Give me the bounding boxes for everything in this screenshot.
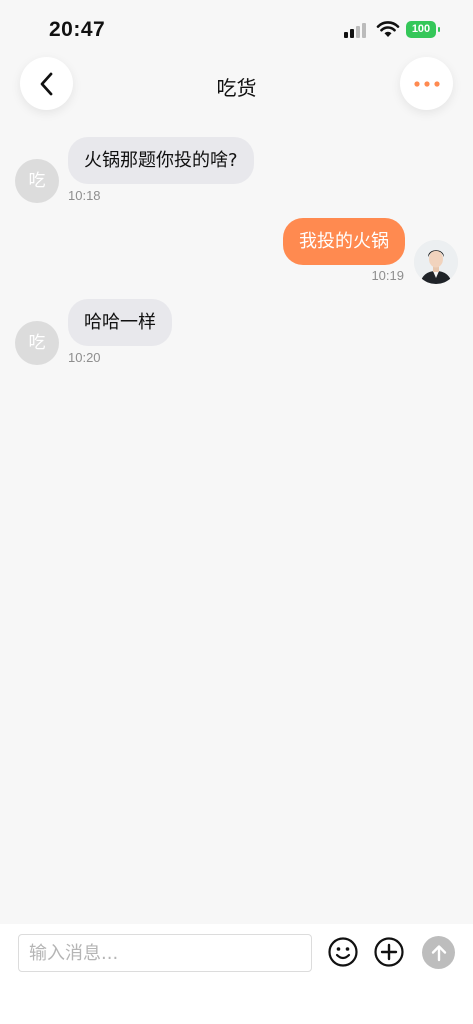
more-button[interactable] (400, 57, 453, 110)
emoji-button[interactable] (327, 936, 359, 968)
contact-avatar[interactable]: 吃 (15, 159, 59, 203)
status-time: 20:47 (49, 18, 106, 41)
chat-header: 吃货 (0, 56, 473, 112)
signal-icon (344, 23, 366, 38)
wifi-icon (376, 21, 400, 37)
plus-circle-icon (374, 937, 404, 967)
message-bubble-incoming[interactable]: 哈哈一样 (68, 299, 172, 346)
smiley-icon (328, 937, 358, 967)
attach-button[interactable] (373, 936, 405, 968)
message-time: 10:19 (371, 268, 404, 283)
contact-avatar[interactable]: 吃 (15, 321, 59, 365)
message-bubble-outgoing[interactable]: 我投的火锅 (283, 218, 405, 265)
status-bar: 20:47 100 (0, 0, 473, 56)
ellipsis-icon (413, 80, 440, 87)
user-avatar[interactable] (414, 240, 458, 284)
user-photo-icon (414, 240, 458, 284)
message-time: 10:20 (68, 350, 101, 365)
chat-screen: 20:47 100 吃货 吃 火锅那题你投的啥? 10:18 我投的火锅 10:… (0, 0, 473, 1024)
message-input-bar (0, 924, 473, 1024)
message-input[interactable] (18, 934, 312, 972)
battery-indicator: 100 (406, 21, 440, 38)
arrow-up-icon (431, 944, 446, 961)
message-time: 10:18 (68, 188, 101, 203)
message-bubble-incoming[interactable]: 火锅那题你投的啥? (68, 137, 254, 184)
send-button[interactable] (422, 936, 455, 969)
